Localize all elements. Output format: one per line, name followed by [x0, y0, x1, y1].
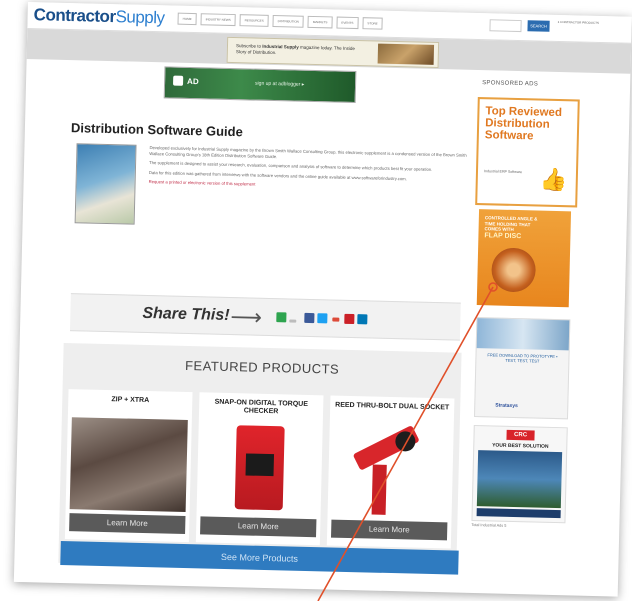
display-screen — [245, 453, 275, 477]
sponsored-ads-label: SPONSORED ADS — [482, 80, 539, 88]
twitter-icon[interactable] — [317, 313, 328, 324]
linkedin-icon[interactable] — [357, 314, 368, 325]
ad-image — [476, 318, 570, 351]
socket-head — [395, 431, 416, 452]
learn-more-button[interactable]: Learn More — [331, 519, 448, 541]
ad-brand: Stratasys — [495, 402, 518, 410]
learn-more-button[interactable]: Learn More — [69, 513, 186, 534]
product-name: REED THRU-BOLT DUAL SOCKET — [335, 401, 450, 412]
nav-item-markets[interactable]: MARKETS — [307, 15, 333, 29]
guide-description: Developed exclusively for Industrial Sup… — [148, 145, 469, 196]
banner-ad-text: Subscribe to Industrial Supply magazine … — [235, 43, 355, 56]
ad-image-icon — [173, 75, 184, 86]
google-ad-label: AD — [186, 76, 199, 87]
ad-title: YOUR BEST SOLUTION — [492, 442, 549, 450]
crc-logo: CRC — [506, 429, 535, 441]
featured-products-section: FEATURED PRODUCTS ZIP + XTRA Learn More … — [58, 342, 462, 573]
ad-small-text: Industrial ERP Software — [483, 169, 523, 175]
ad-title: Top Reviewed Distribution Software — [484, 105, 563, 143]
page-title: Distribution Software Guide — [70, 120, 243, 140]
nav-item-industry-news[interactable]: INDUSTRY NEWS — [200, 13, 236, 27]
ad-text: FREE DOWNLOAD TO PROTOTYPE • TEST, TEST,… — [487, 352, 558, 364]
product-name: ZIP + XTRA — [111, 396, 150, 405]
site-logo[interactable]: ContractorSupply — [33, 5, 164, 28]
nav-item-distribution[interactable]: DISTRIBUTION — [272, 14, 304, 28]
nav-item-home[interactable]: HOME — [177, 12, 197, 26]
arrow-right-icon: ⟶ — [230, 304, 263, 330]
sidebar-footer-text: Total Industrial Ads 5 — [471, 522, 507, 528]
search-button[interactable]: SEARCH — [527, 20, 550, 32]
share-bar: Share This! ⟶ — [69, 293, 461, 341]
top-links[interactable]: 1 CONTRACTOR PRODUCTS — [558, 20, 624, 26]
nav-item-resources[interactable]: RESOURCES — [239, 14, 269, 27]
search-input[interactable] — [489, 19, 522, 33]
product-image — [69, 417, 188, 513]
google-ad[interactable]: AD sign up at adblogger ▸ — [163, 66, 357, 104]
product-card[interactable]: REED THRU-BOLT DUAL SOCKET Learn More — [326, 395, 455, 549]
banner-ad[interactable]: Subscribe to Industrial Supply magazine … — [226, 36, 440, 69]
nav-item-events[interactable]: EVENTS — [336, 16, 359, 30]
google-plus-icon[interactable] — [332, 317, 340, 322]
google-ad-cta: sign up at adblogger ▸ — [255, 80, 305, 88]
product-image — [200, 420, 319, 516]
share-icon[interactable] — [276, 312, 287, 323]
ad-subtitle: FLAP DISC — [484, 232, 522, 241]
product-card[interactable]: ZIP + XTRA Learn More — [64, 389, 193, 543]
sidebar-ad-prototype[interactable]: FREE DOWNLOAD TO PROTOTYPE • TEST, TEST,… — [473, 317, 571, 420]
main-nav: HOME INDUSTRY NEWS RESOURCES DISTRIBUTIO… — [177, 12, 383, 30]
ad-text: CONTROLLED ANGLE & TIME HOLDING THAT COM… — [484, 215, 538, 232]
flap-disc-image — [491, 247, 537, 293]
featured-products-title: FEATURED PRODUCTS — [184, 357, 340, 377]
nav-item-store[interactable]: STORE — [362, 17, 383, 30]
ad-image — [476, 450, 563, 509]
sidebar-ad-distribution-software[interactable]: Top Reviewed Distribution Software Indus… — [475, 97, 580, 208]
sidebar-ad-crc[interactable]: CRC YOUR BEST SOLUTION — [471, 425, 568, 524]
email-icon[interactable] — [289, 319, 297, 323]
product-name: SNAP-ON DIGITAL TORQUE CHECKER — [214, 398, 309, 416]
guide-cover-image[interactable] — [74, 143, 137, 225]
webpage-screenshot: ContractorSupply HOME INDUSTRY NEWS RESO… — [13, 2, 632, 597]
socket-handle — [371, 464, 387, 515]
share-label: Share This! — [142, 304, 230, 325]
sidebar-ad-flap-disc[interactable]: CONTROLLED ANGLE & TIME HOLDING THAT COM… — [476, 209, 572, 308]
ad-footer-bar — [476, 508, 561, 519]
banner-ad-image — [377, 43, 435, 65]
pinterest-icon[interactable] — [344, 313, 355, 325]
product-card[interactable]: SNAP-ON DIGITAL TORQUE CHECKER Learn Mor… — [195, 392, 324, 546]
thumbs-up-icon: 👍 — [539, 166, 568, 193]
product-image — [331, 423, 450, 519]
learn-more-button[interactable]: Learn More — [200, 516, 317, 538]
facebook-icon[interactable] — [304, 312, 315, 324]
